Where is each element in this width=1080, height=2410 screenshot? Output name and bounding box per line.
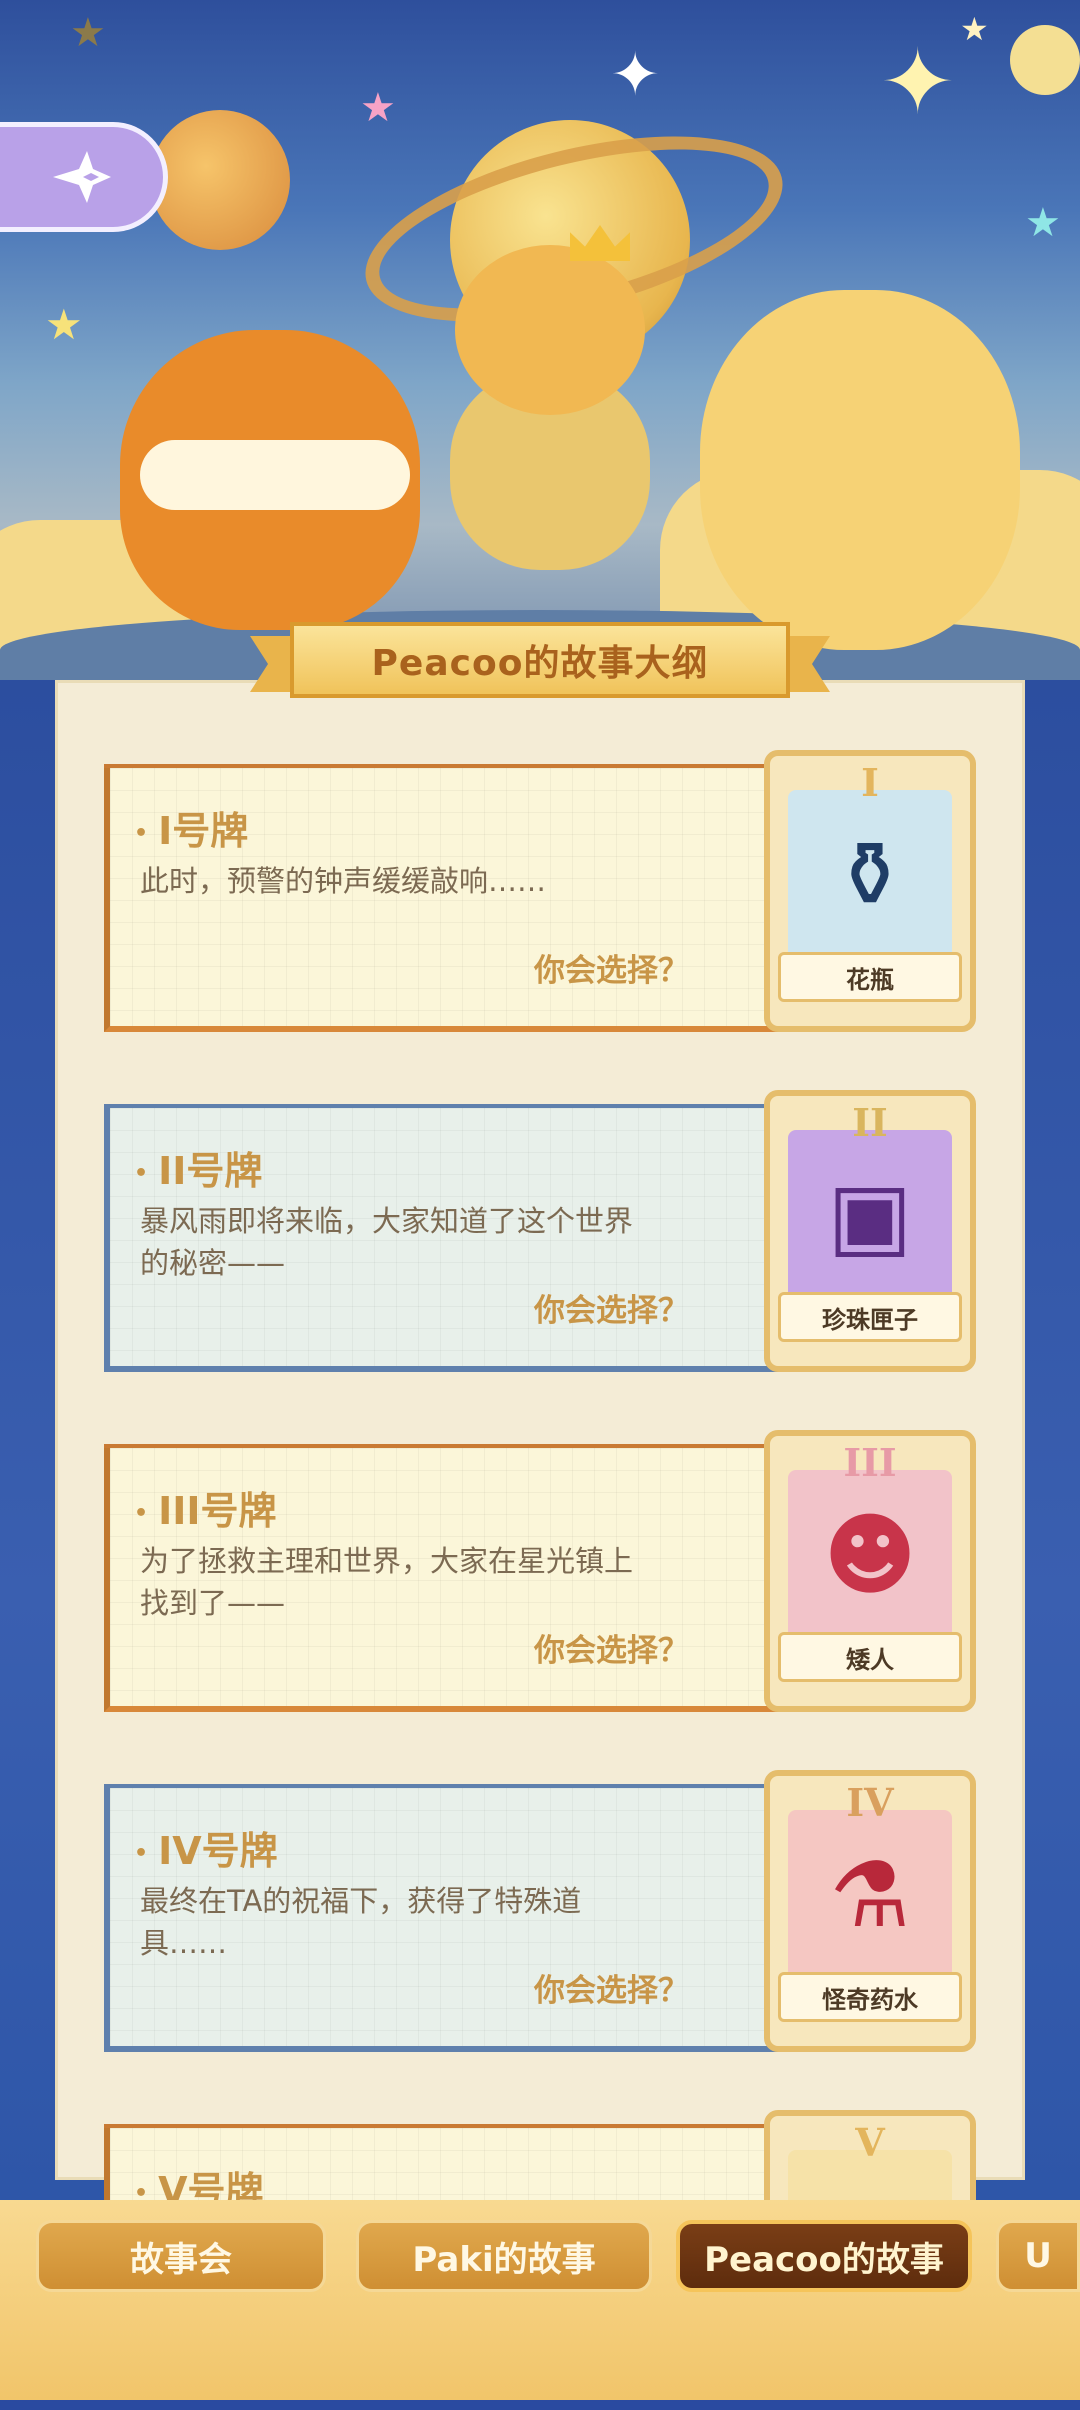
star-icon: ★ bbox=[1025, 200, 1061, 246]
sparkle-arrow-icon bbox=[52, 151, 111, 203]
story-card[interactable]: • III号牌 为了拯救主理和世界，大家在星光镇上找到了—— 你会选择？ III … bbox=[104, 1430, 976, 1730]
card-heading: • II号牌 bbox=[134, 1149, 263, 1193]
tab-next[interactable]: U bbox=[996, 2220, 1080, 2292]
small-planet bbox=[150, 110, 290, 250]
choose-link[interactable]: 你会选择？ bbox=[534, 945, 689, 990]
card-description: 最终在TA的祝福下，获得了特殊道具…… bbox=[140, 1884, 582, 1960]
tarot-card[interactable]: I ⚱ 花瓶 bbox=[764, 750, 976, 1032]
tab-paki-story[interactable]: Paki的故事 bbox=[356, 2220, 652, 2292]
tarot-card[interactable]: II ▣ 珍珠匣子 bbox=[764, 1090, 976, 1372]
star-icon: ★ bbox=[45, 300, 83, 349]
story-card[interactable]: • IV号牌 最终在TA的祝福下，获得了特殊道具…… 你会选择？ IV ⚗ 怪奇药… bbox=[104, 1770, 976, 2070]
star-icon: ★ bbox=[70, 10, 106, 56]
choose-link[interactable]: 你会选择？ bbox=[534, 1285, 689, 1330]
potion-icon: ⚗ bbox=[829, 1843, 911, 1948]
fox-collar bbox=[140, 440, 410, 510]
tab-story-club[interactable]: 故事会 bbox=[36, 2220, 326, 2292]
card-description: 为了拯救主理和世界，大家在星光镇上找到了—— bbox=[140, 1544, 634, 1620]
card-heading: • IV号牌 bbox=[134, 1829, 278, 1873]
tarot-card-name: 花瓶 bbox=[778, 952, 962, 1002]
tarot-card-name: 怪奇药水 bbox=[778, 1972, 962, 2022]
prince-head bbox=[455, 245, 645, 415]
choose-link[interactable]: 你会选择？ bbox=[534, 1965, 689, 2010]
choose-link[interactable]: 你会选择？ bbox=[534, 1625, 689, 1670]
bottom-tab-bar: 故事会 Paki的故事 Peacoo的故事 U bbox=[0, 2200, 1080, 2400]
back-button[interactable] bbox=[0, 122, 168, 232]
star-icon: ★ bbox=[960, 10, 989, 48]
hero-illustration: ★ ★ ★ ✦ ✦ ★ ★ bbox=[0, 0, 1080, 700]
pearl-box-icon: ▣ bbox=[827, 1163, 913, 1268]
story-card[interactable]: • II号牌 暴风雨即将来临，大家知道了这个世界的秘密—— 你会选择？ II ▣ … bbox=[104, 1090, 976, 1390]
card-heading: • I号牌 bbox=[134, 809, 249, 853]
vase-icon: ⚱ bbox=[832, 823, 908, 928]
tarot-card[interactable]: III ☻ 矮人 bbox=[764, 1430, 976, 1712]
tarot-card-name: 珍珠匣子 bbox=[778, 1292, 962, 1342]
title-ribbon: Peacoo的故事大纲 bbox=[250, 622, 830, 702]
tarot-card[interactable]: IV ⚗ 怪奇药水 bbox=[764, 1770, 976, 2052]
sparkle-icon: ✦ bbox=[610, 40, 661, 110]
card-heading: • III号牌 bbox=[134, 1489, 277, 1533]
dwarf-icon: ☻ bbox=[823, 1503, 917, 1608]
page-title: Peacoo的故事大纲 bbox=[371, 643, 709, 684]
moon bbox=[1010, 25, 1080, 95]
tarot-card-name: 矮人 bbox=[778, 1632, 962, 1682]
sparkle-icon: ✦ bbox=[880, 30, 956, 135]
card-description: 此时，预警的钟声缓缓敲响…… bbox=[140, 864, 547, 898]
girl-character bbox=[700, 290, 1020, 650]
star-icon: ★ bbox=[360, 85, 396, 131]
tab-peacoo-story[interactable]: Peacoo的故事 bbox=[676, 2220, 972, 2292]
story-card[interactable]: • I号牌 此时，预警的钟声缓缓敲响…… 你会选择？ I ⚱ 花瓶 bbox=[104, 750, 976, 1050]
card-description: 暴风雨即将来临，大家知道了这个世界的秘密—— bbox=[140, 1204, 634, 1280]
